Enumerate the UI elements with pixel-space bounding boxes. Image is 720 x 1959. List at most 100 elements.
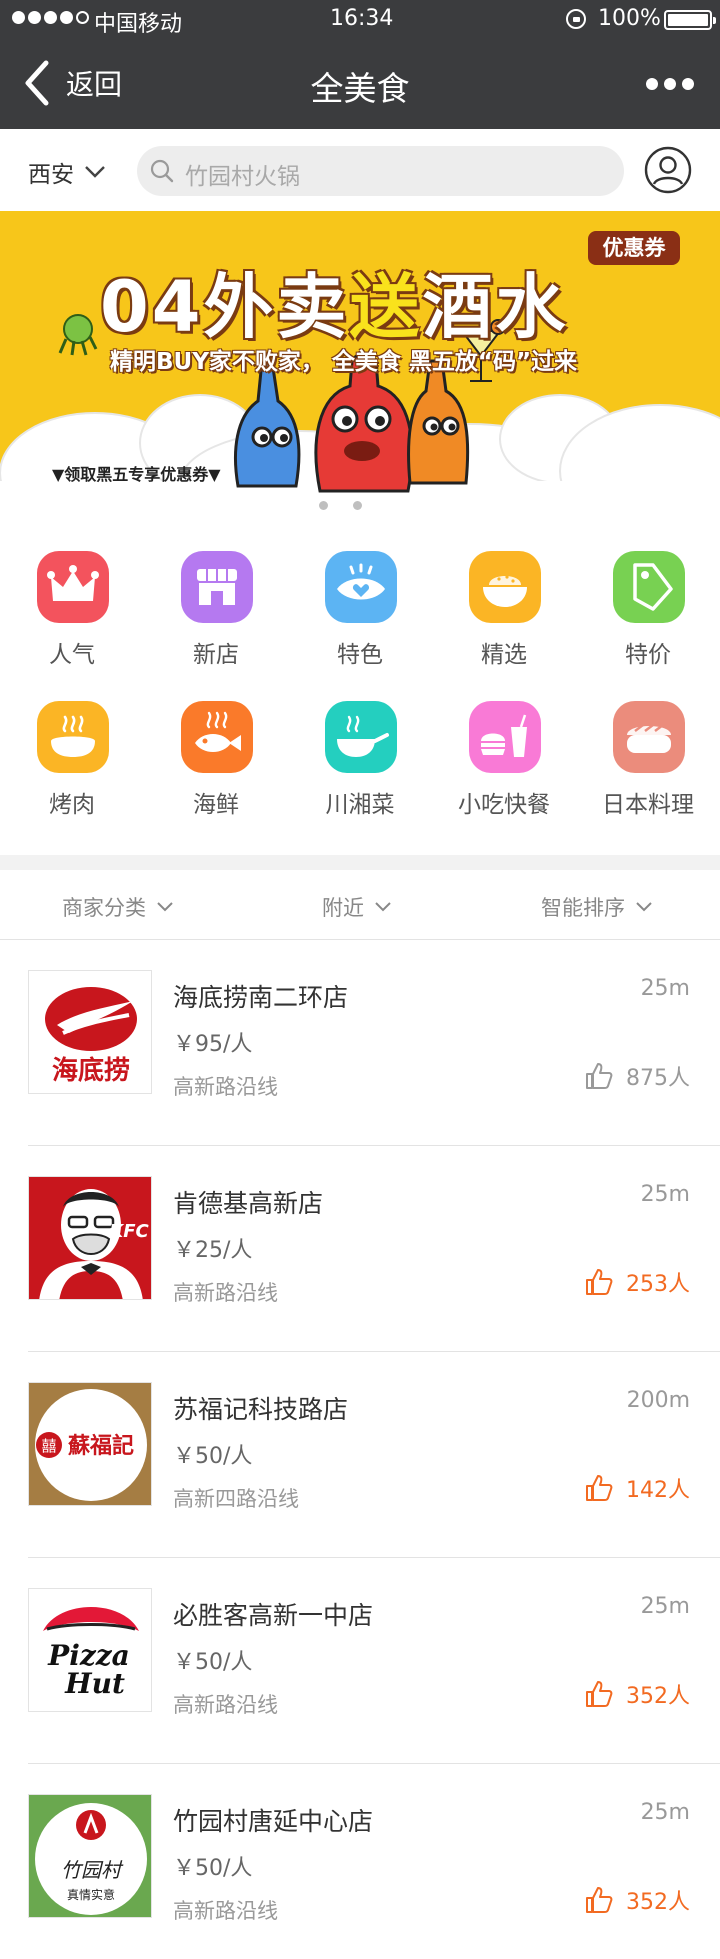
price-tag-icon <box>613 551 685 623</box>
restaurant-name: 苏福记科技路店 <box>173 1395 349 1424</box>
section-divider <box>0 855 720 870</box>
thumbs-up-icon <box>586 1475 613 1501</box>
restaurant-name: 必胜客高新一中店 <box>173 1601 374 1630</box>
like-count-value: 352人 <box>626 1684 690 1709</box>
search-row: 西安 竹园村火锅 <box>0 129 720 211</box>
bbq-icon <box>37 701 109 773</box>
restaurant-item[interactable]: 海底捞 海底捞南二环店 ￥95/人 高新路沿线 25m 875人 <box>0 940 720 1146</box>
sufuji-logo: 囍 蘇福記 <box>28 1382 152 1506</box>
fish-icon <box>181 701 253 773</box>
like-count-value: 352人 <box>626 1890 690 1915</box>
rice-bowl-icon <box>469 551 541 623</box>
restaurant-item[interactable]: 囍 蘇福記 苏福记科技路店 ￥50/人 高新四路沿线 200m 142人 <box>0 1352 720 1558</box>
rotation-lock-icon <box>566 9 586 29</box>
category-new-stores[interactable]: 新店 <box>144 515 288 668</box>
battery-icon <box>664 10 716 30</box>
signal-icon <box>12 11 89 24</box>
restaurant-distance: 25m <box>640 1182 690 1207</box>
page-title: 全美食 <box>310 69 410 108</box>
eye-heart-icon <box>325 551 397 623</box>
like-count[interactable]: 875人 <box>584 1060 690 1092</box>
filter-nearby[interactable]: 附近 <box>322 892 392 922</box>
banner-title-part: 酒水 <box>422 266 569 348</box>
category-selected[interactable]: 精选 <box>432 515 576 668</box>
city-label: 西安 <box>28 162 74 188</box>
category-japanese[interactable]: 日本料理 <box>576 665 720 818</box>
restaurant-price: ￥50/人 <box>173 1856 253 1881</box>
restaurant-price: ￥95/人 <box>173 1032 253 1057</box>
category-specialty[interactable]: 特色 <box>288 515 432 668</box>
restaurant-name: 肯德基高新店 <box>173 1189 324 1218</box>
promo-banner[interactable]: 优惠券 04外卖送酒水 精明BUY家不败家， 全美食 黑五放“码”过来 ▼领取黑… <box>0 211 720 515</box>
like-count[interactable]: 352人 <box>584 1884 690 1916</box>
filter-bar: 商家分类 附近 智能排序 <box>0 870 720 940</box>
like-count[interactable]: 253人 <box>584 1266 690 1298</box>
restaurant-price: ￥50/人 <box>173 1650 253 1675</box>
category-label: 海鲜 <box>193 792 239 818</box>
thumbs-up-icon <box>586 1887 613 1913</box>
restaurant-area: 高新路沿线 <box>173 1899 278 1923</box>
restaurant-name: 竹园村唐延中心店 <box>173 1807 374 1836</box>
coupon-tag: 优惠券 <box>588 231 680 265</box>
search-input[interactable]: 竹园村火锅 <box>137 146 624 196</box>
restaurant-distance: 25m <box>640 1800 690 1825</box>
restaurant-area: 高新路沿线 <box>173 1281 278 1305</box>
like-count-value: 142人 <box>626 1478 690 1503</box>
category-bbq[interactable]: 烤肉 <box>0 665 144 818</box>
category-snacks[interactable]: 小吃快餐 <box>432 665 576 818</box>
category-discount[interactable]: 特价 <box>576 515 720 668</box>
chevron-down-icon <box>636 902 652 912</box>
store-icon <box>181 551 253 623</box>
category-label: 烤肉 <box>49 792 95 818</box>
kfc-logo-text: KFC <box>109 1221 149 1242</box>
crown-icon <box>37 551 109 623</box>
fast-food-icon <box>469 701 541 773</box>
category-seafood[interactable]: 海鲜 <box>144 665 288 818</box>
restaurant-distance: 200m <box>626 1388 690 1413</box>
category-label: 小吃快餐 <box>458 792 550 818</box>
top-bar: 中国移动 16:34 100% 返回 全美食 <box>0 0 720 129</box>
city-selector[interactable]: 西安 <box>28 155 106 189</box>
carrier-name: 中国移动 <box>94 12 183 37</box>
haidilao-logo: 海底捞 <box>28 970 152 1094</box>
category-popular[interactable]: 人气 <box>0 515 144 668</box>
banner-title-highlight: 送 <box>349 266 423 348</box>
search-icon <box>150 159 174 183</box>
like-count[interactable]: 352人 <box>584 1678 690 1710</box>
banner-title: 04外卖送酒水 <box>100 251 568 352</box>
category-label: 特色 <box>337 642 383 668</box>
category-label: 人气 <box>49 642 95 668</box>
like-count-value: 253人 <box>626 1272 690 1297</box>
like-count-value: 875人 <box>626 1066 690 1091</box>
restaurant-list: 海底捞 海底捞南二环店 ￥95/人 高新路沿线 25m 875人 KFC 肯德基… <box>0 940 720 1959</box>
filter-sort[interactable]: 智能排序 <box>541 892 653 922</box>
restaurant-area: 高新路沿线 <box>173 1075 278 1099</box>
thumbs-up-icon <box>586 1681 613 1707</box>
category-label: 特价 <box>625 642 671 668</box>
restaurant-area: 高新四路沿线 <box>173 1487 299 1511</box>
user-profile-icon[interactable] <box>644 146 692 194</box>
category-label: 川湘菜 <box>325 792 395 818</box>
restaurant-item[interactable]: 竹园村 真情实意 竹园村唐延中心店 ￥50/人 高新路沿线 25m 352人 <box>0 1764 720 1959</box>
zhuyuancun-logo-text: 竹园村 <box>61 1858 124 1882</box>
sushi-icon <box>613 701 685 773</box>
banner-title-part: 04外卖 <box>100 266 350 348</box>
status-time: 16:34 <box>330 6 394 31</box>
pizzahut-logo-text: Hut <box>64 1667 125 1700</box>
thumbs-up-icon <box>586 1063 613 1089</box>
zhuyuancun-logo-subtext: 真情实意 <box>67 1887 115 1902</box>
restaurant-item[interactable]: KFC 肯德基高新店 ￥25/人 高新路沿线 25m 253人 <box>0 1146 720 1352</box>
restaurant-price: ￥50/人 <box>173 1444 253 1469</box>
category-label: 新店 <box>193 642 239 668</box>
restaurant-item[interactable]: Pizza Hut 必胜客高新一中店 ￥50/人 高新路沿线 25m 352人 <box>0 1558 720 1764</box>
like-count[interactable]: 142人 <box>584 1472 690 1504</box>
more-menu-icon[interactable] <box>646 78 694 90</box>
restaurant-distance: 25m <box>640 1594 690 1619</box>
filter-label: 智能排序 <box>541 896 625 920</box>
filter-label: 商家分类 <box>62 896 146 920</box>
category-sichuan-hunan[interactable]: 川湘菜 <box>288 665 432 818</box>
filter-category[interactable]: 商家分类 <box>62 892 174 922</box>
wok-icon <box>325 701 397 773</box>
banner-coupon-link[interactable]: ▼领取黑五专享优惠券▼ <box>52 461 221 485</box>
carousel-indicator <box>319 501 362 510</box>
